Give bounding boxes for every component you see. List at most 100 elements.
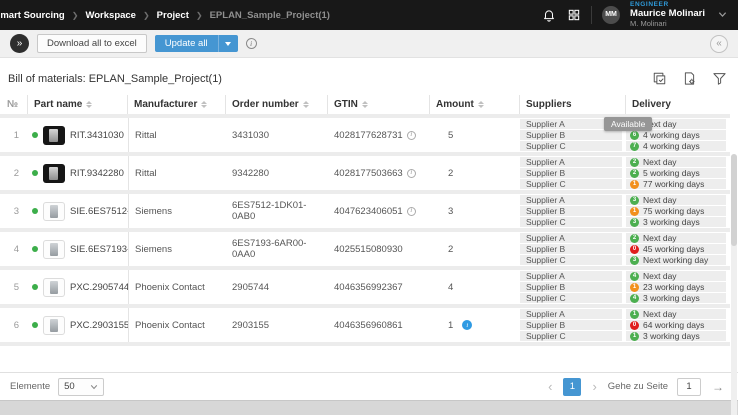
delivery-line: 3Next working day — [626, 255, 726, 265]
part-cell: RIT.3431030 — [28, 118, 128, 152]
amount-value: 3 — [448, 206, 453, 217]
header-amount[interactable]: Amount — [430, 95, 520, 114]
sort-icon — [478, 101, 484, 108]
breadcrumb-project[interactable]: Project — [157, 10, 189, 21]
breadcrumb-separator: ❯ — [72, 11, 79, 20]
availability-badge[interactable]: 3 — [630, 256, 639, 265]
availability-badge[interactable]: 6 — [630, 131, 639, 140]
manufacturer-cell: Siemens — [128, 194, 226, 228]
supplier-name: Supplier C — [520, 293, 622, 303]
availability-badge[interactable]: 1 — [630, 207, 639, 216]
amount-value: 2 — [448, 244, 453, 255]
availability-badge[interactable]: 0 — [630, 321, 639, 330]
page-size-select[interactable]: 50 — [58, 378, 104, 396]
previous-page-button[interactable]: ‹ — [546, 380, 554, 393]
page-1-button[interactable]: 1 — [563, 378, 581, 396]
update-info-icon[interactable]: i — [246, 38, 257, 49]
order-number-cell: 9342280 — [226, 156, 328, 190]
order-number-cell: 3431030 — [226, 118, 328, 152]
header-order-number[interactable]: Order number — [226, 95, 328, 114]
header-suppliers: Suppliers — [520, 95, 626, 114]
availability-badge[interactable]: 2 — [630, 234, 639, 243]
topbar: Smart Sourcing ❯ Workspace ❯ Project ❯ E… — [0, 0, 738, 30]
update-all-dropdown-button[interactable] — [218, 35, 238, 52]
amount-cell: 2 — [430, 156, 520, 190]
header-manufacturer[interactable]: Manufacturer — [128, 95, 226, 114]
header-amount-label: Amount — [436, 99, 474, 110]
user-avatar[interactable]: MM — [602, 6, 620, 24]
update-all-button[interactable]: Update all — [155, 35, 218, 52]
delivery-line: 175 working days — [626, 206, 726, 216]
availability-badge[interactable]: 7 — [630, 142, 639, 151]
collapse-panel-button[interactable]: « — [710, 35, 728, 53]
sort-icon — [201, 101, 207, 108]
availability-badge[interactable]: 1 — [630, 332, 639, 341]
table-row[interactable]: 6PXC.2903155Phoenix Contact2903155404635… — [0, 308, 730, 346]
notifications-bell-icon[interactable] — [541, 7, 556, 22]
part-cell: PXC.2903155 — [28, 308, 128, 342]
amount-info-icon[interactable]: i — [462, 320, 472, 330]
part-thumbnail-image — [43, 126, 65, 145]
availability-badge[interactable]: 4 — [630, 272, 639, 281]
delivery-line: 2 Next day — [626, 233, 726, 243]
availability-badge[interactable]: 1 — [630, 310, 639, 319]
delivery-text: Next day — [643, 233, 677, 243]
amount-cell: 4 — [430, 270, 520, 304]
availability-badge[interactable]: 1 — [630, 283, 639, 292]
scrollbar-thumb[interactable] — [731, 154, 737, 246]
delivery-text: 4 working days — [643, 130, 700, 140]
availability-badge[interactable]: 2 — [630, 158, 639, 167]
title-row: Bill of materials: EPLAN_Sample_Project(… — [0, 64, 738, 95]
availability-badge[interactable]: 0 — [630, 245, 639, 254]
gtin-info-icon[interactable]: i — [407, 207, 416, 216]
supplier-name: Supplier A — [520, 271, 622, 281]
gtin-value: 4046356960861 — [334, 320, 403, 331]
filter-funnel-icon[interactable] — [711, 70, 728, 87]
copy-selection-icon[interactable] — [651, 70, 668, 87]
gtin-info-icon[interactable]: i — [407, 131, 416, 140]
table-row[interactable]: 4SIE.6ES7193-6AR...Siemens6ES7193-6AR00-… — [0, 232, 730, 270]
app-grid-icon[interactable] — [566, 7, 581, 22]
availability-badge[interactable]: 3 — [630, 196, 639, 205]
delivery-text: 3 working days — [643, 331, 700, 341]
availability-badge[interactable]: 2 — [630, 169, 639, 178]
order-number-cell: 6ES7193-6AR00-0AA0 — [226, 232, 328, 266]
table-row[interactable]: 3SIE.6ES7512-1DK...Siemens6ES7512-1DK01-… — [0, 194, 730, 232]
expand-sidebar-button[interactable]: » — [10, 34, 29, 53]
amount-value: 1 — [448, 320, 453, 331]
page-title: Bill of materials: EPLAN_Sample_Project(… — [8, 73, 222, 85]
gtin-cell: 4046356960861 — [328, 308, 430, 342]
header-part-name[interactable]: Part name — [28, 95, 128, 114]
supplier-name: Supplier B — [520, 206, 622, 216]
breadcrumb-smart-sourcing[interactable]: Smart Sourcing — [0, 10, 65, 21]
availability-badge[interactable]: 4 — [630, 294, 639, 303]
export-settings-icon[interactable] — [681, 70, 698, 87]
supplier-name: Supplier A — [520, 233, 622, 243]
suppliers-cell: Supplier ASupplier BSupplier C — [520, 156, 626, 190]
user-menu-chevron-down-icon[interactable] — [715, 7, 730, 22]
delivery-text: 64 working days — [643, 320, 704, 330]
goto-page-input[interactable] — [677, 378, 701, 396]
download-all-to-excel-button[interactable]: Download all to excel — [37, 34, 147, 53]
gtin-value: 4046356992367 — [334, 282, 403, 293]
delivery-text: 23 working days — [643, 282, 704, 292]
availability-badge[interactable]: 3 — [630, 218, 639, 227]
next-page-button[interactable]: › — [590, 380, 598, 393]
header-delivery: Delivery — [626, 95, 730, 114]
breadcrumb-workspace[interactable]: Workspace — [85, 10, 136, 21]
chevron-down-icon — [225, 42, 231, 46]
vertical-scrollbar — [731, 154, 737, 415]
status-dot-icon — [32, 132, 38, 138]
availability-badge[interactable]: 1 — [630, 180, 639, 189]
supplier-name: Supplier B — [520, 244, 622, 254]
user-info[interactable]: ENGINEER Maurice Molinari M. Molinari — [630, 1, 705, 28]
table-row[interactable]: 2RIT.9342280Rittal93422804028177503663i2… — [0, 156, 730, 194]
gtin-info-icon[interactable]: i — [407, 169, 416, 178]
table-row[interactable]: 5PXC.2905744Phoenix Contact2905744404635… — [0, 270, 730, 308]
header-gtin[interactable]: GTIN — [328, 95, 430, 114]
delivery-cell: 3Next day175 working days33 working days — [626, 194, 730, 228]
gtin-cell: 4047623406051i — [328, 194, 430, 228]
row-number: 3 — [0, 194, 28, 228]
goto-page-arrow-button[interactable]: → — [710, 380, 726, 394]
order-number-cell: 2903155 — [226, 308, 328, 342]
